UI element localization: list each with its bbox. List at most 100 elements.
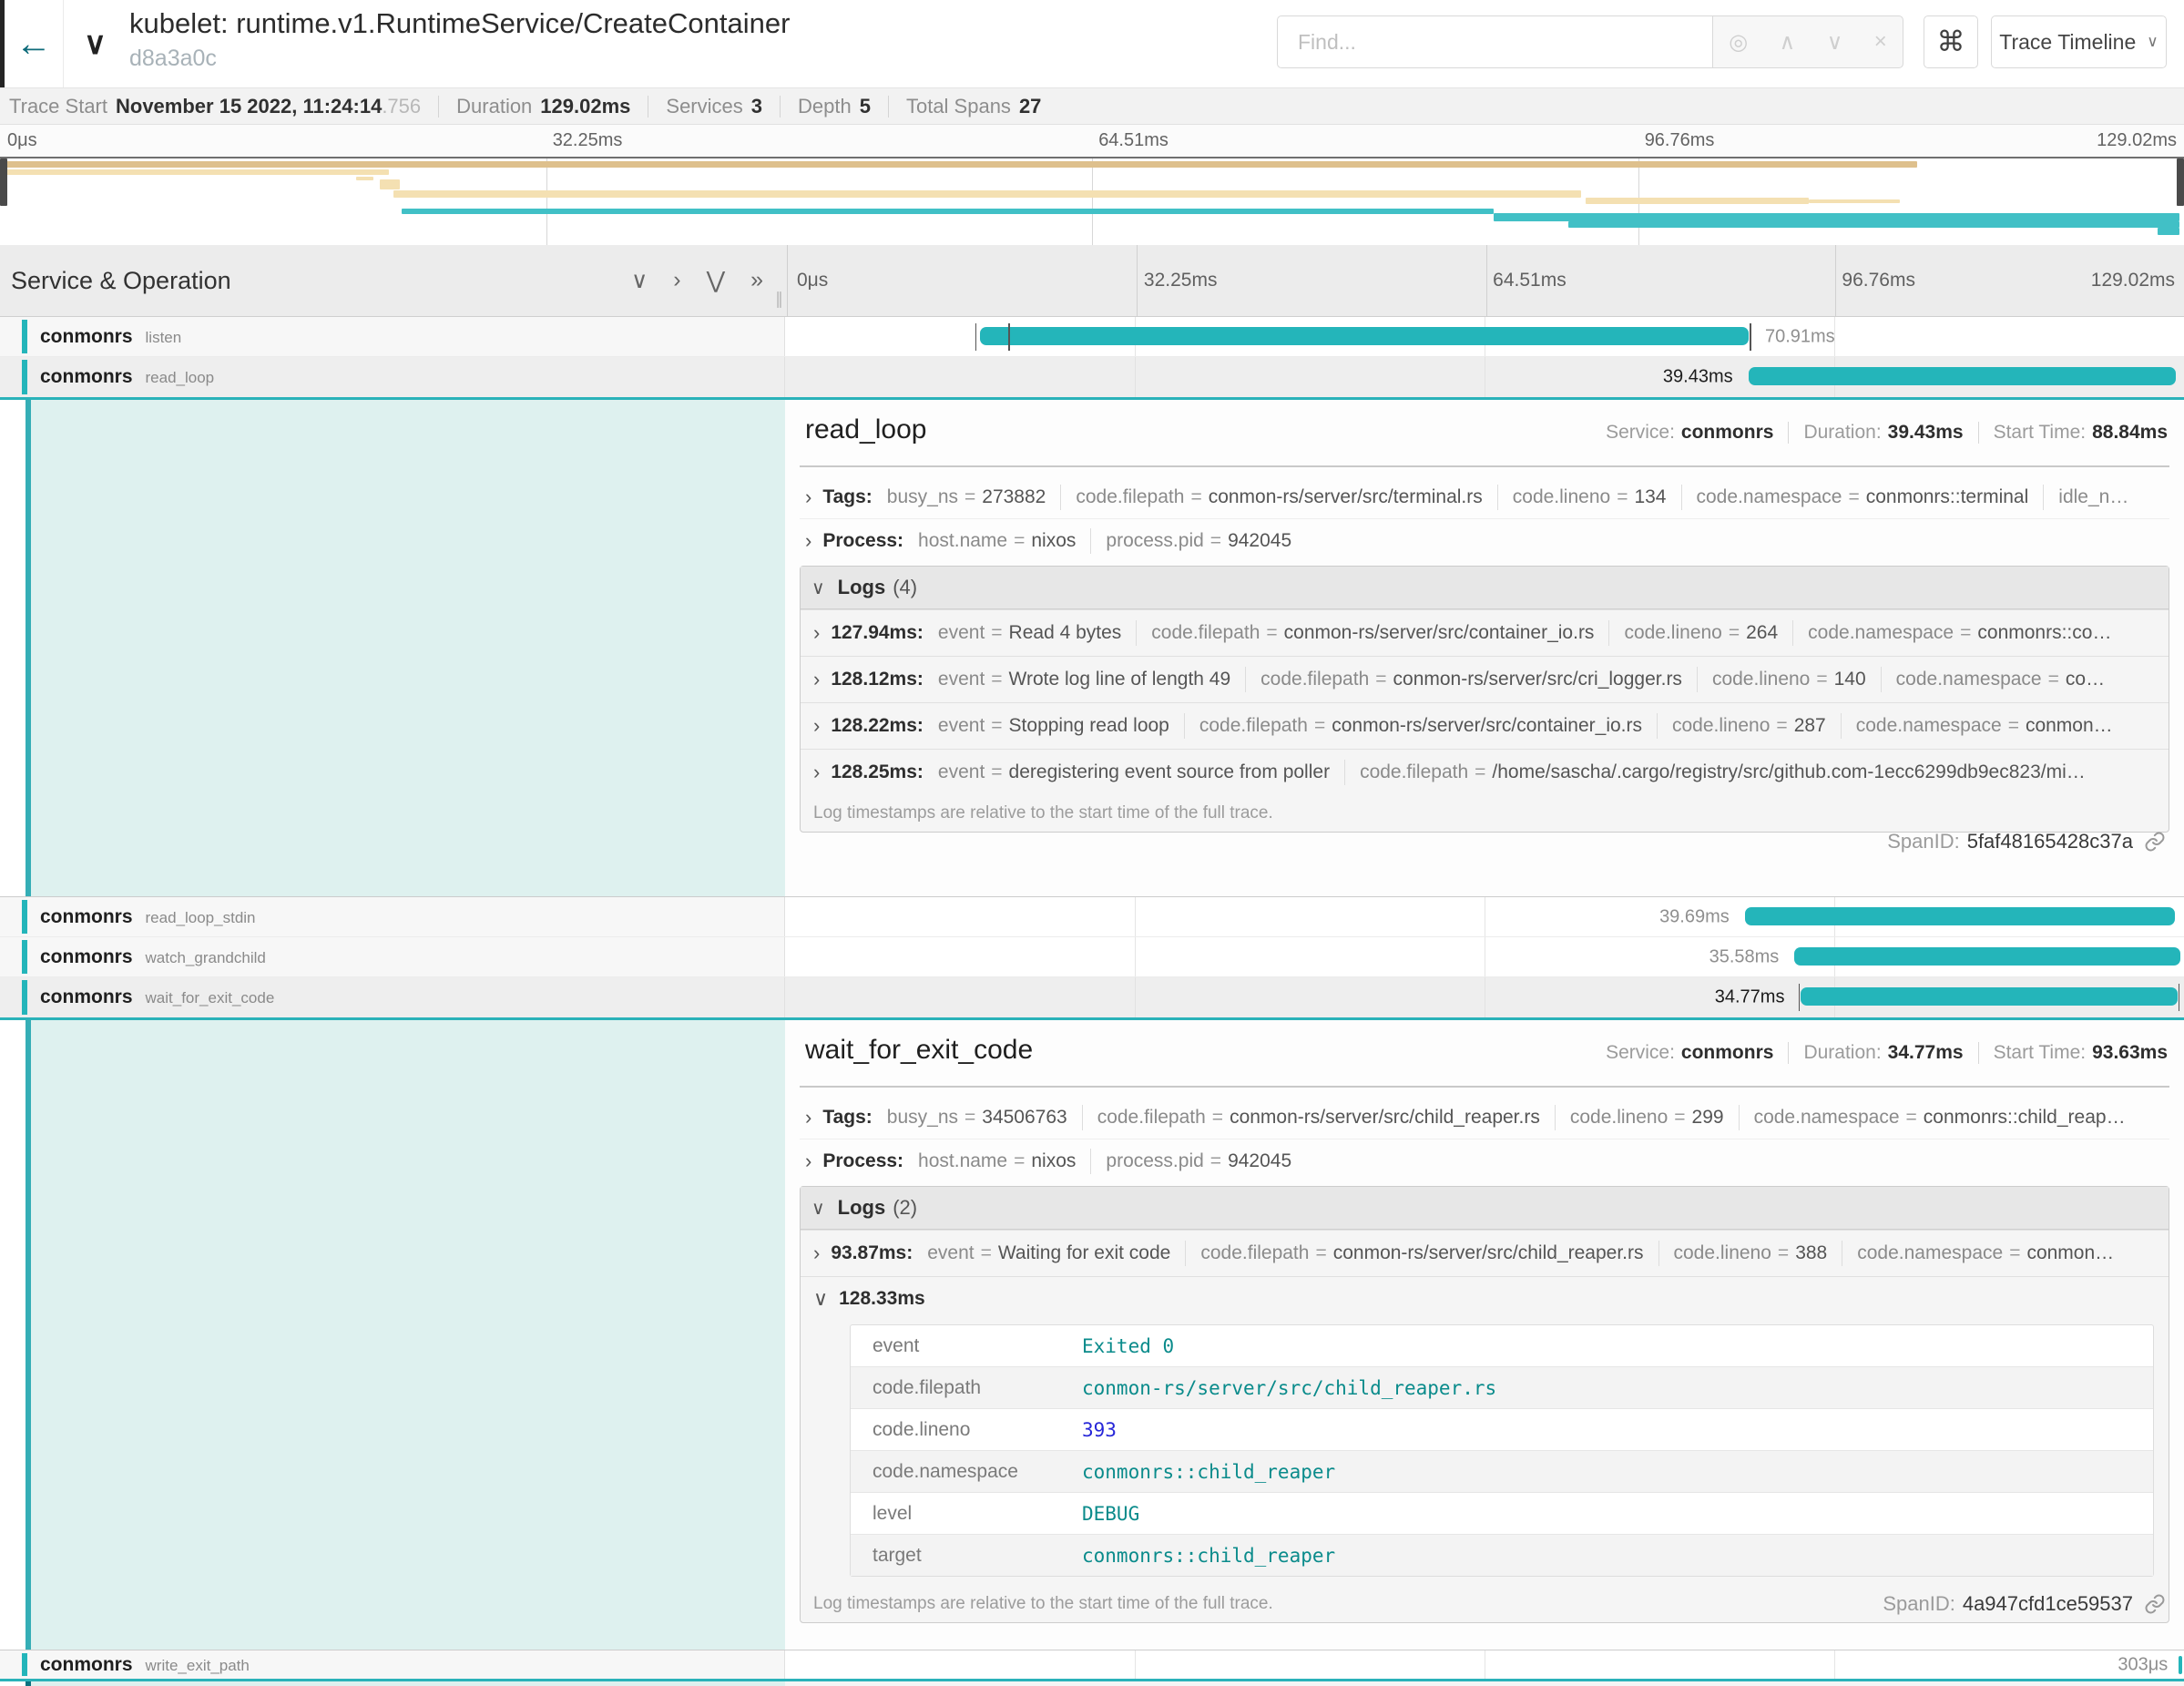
find-input[interactable]: Find...: [1277, 15, 1712, 68]
span-duration-label: 70.91ms: [1756, 326, 1835, 347]
span-rows: conmonrslisten 70.91ms conmonrsread_loop: [0, 317, 2184, 1686]
divider: [1978, 1042, 1979, 1064]
duration-value: 34.77ms: [1888, 1042, 1964, 1064]
duration-label: Duration: [456, 95, 532, 118]
span-title: read_loop: [805, 414, 926, 445]
total-spans-value: 27: [1019, 95, 1041, 118]
log-entry[interactable]: › 127.94ms: event=Read 4 bytes code.file…: [801, 609, 2169, 656]
span-id-row: SpanID: 4a947cfd1ce59537: [1883, 1592, 2166, 1616]
detail-indent-area: [31, 1020, 785, 1650]
span-id-value: 5faf48165428c37a: [1967, 830, 2133, 853]
chevron-right-icon: ›: [813, 621, 820, 645]
log-entry-expanded[interactable]: ∨ 128.33ms: [801, 1276, 2169, 1321]
span-name-cell[interactable]: conmonrsread_loop_stdin: [0, 897, 785, 936]
locate-icon[interactable]: ◎: [1729, 29, 1748, 56]
tree-controls: ∨ › ⋁ »: [631, 267, 763, 294]
span-name-cell[interactable]: conmonrswrite_exit_path: [0, 1650, 785, 1679]
trace-start-label: Trace Start: [9, 95, 107, 118]
log-entry[interactable]: › 128.25ms: event=deregistering event so…: [801, 749, 2169, 795]
span-id-row: SpanID: 5faf48165428c37a: [1887, 830, 2166, 853]
minimap-viewport-handle-right[interactable]: [2177, 158, 2184, 206]
span-timeline-cell[interactable]: 35.58ms: [785, 937, 2184, 976]
span-id-value: 4a947cfd1ce59537: [1963, 1592, 2133, 1616]
table-row: code.filepathconmon-rs/server/src/child_…: [851, 1366, 2153, 1408]
span-name-cell[interactable]: conmonrsread_loop: [0, 357, 785, 397]
span-row-watch-grandchild[interactable]: conmonrswatch_grandchild 35.58ms: [0, 937, 2184, 977]
ruler-tick: 0μs: [797, 270, 828, 291]
back-button[interactable]: ←: [5, 0, 64, 87]
tags-label: Tags:: [822, 1107, 872, 1129]
tags-row[interactable]: › Tags: busy_ns=273882 code.filepath=con…: [800, 476, 2169, 519]
minimap-span-bar: [1586, 198, 1809, 204]
span-timeline-cell[interactable]: 70.91ms: [785, 317, 2184, 356]
span-bar[interactable]: [980, 327, 1750, 345]
logs-section: ∨ Logs (4) › 127.94ms: event=Read 4 byte…: [800, 566, 2169, 833]
span-row-read-loop-stdin[interactable]: conmonrsread_loop_stdin 39.69ms: [0, 897, 2184, 937]
span-name-cell[interactable]: conmonrslisten: [0, 317, 785, 356]
span-timeline-cell[interactable]: 34.77ms: [785, 977, 2184, 1017]
span-id-label: SpanID:: [1883, 1592, 1955, 1616]
next-match-icon[interactable]: ∨: [1827, 29, 1843, 56]
span-bar[interactable]: [1801, 987, 2178, 1006]
gridline: [1135, 357, 1136, 397]
ruler-tick: 96.76ms: [1842, 270, 1915, 291]
span-bar[interactable]: [1749, 367, 2176, 385]
span-timeline-cell[interactable]: 39.43ms: [785, 357, 2184, 397]
span-duration-label: 39.43ms: [1663, 367, 1742, 388]
minimap-viewport-handle-left[interactable]: [0, 158, 7, 206]
span-bar[interactable]: [1745, 907, 2175, 925]
log-entry[interactable]: › 93.87ms: event=Waiting for exit code c…: [801, 1230, 2169, 1276]
collapse-one-icon[interactable]: ∨: [631, 267, 648, 294]
span-detail-wait-for-exit-code: wait_for_exit_code Service:conmonrs Dura…: [0, 1020, 2184, 1650]
clear-find-icon[interactable]: ×: [1874, 29, 1887, 55]
span-meta: Service:conmonrs Duration:39.43ms Start …: [1606, 422, 2168, 444]
process-row[interactable]: › Process: host.name=nixos process.pid=9…: [800, 520, 2169, 562]
span-timeline-cell[interactable]: 39.69ms: [785, 897, 2184, 936]
minimap-span-bar: [356, 177, 373, 180]
view-selector-dropdown[interactable]: Trace Timeline ∨: [1991, 15, 2167, 68]
log-entry[interactable]: › 128.12ms: event=Wrote log line of leng…: [801, 656, 2169, 702]
tags-row[interactable]: › Tags: busy_ns=34506763 code.filepath=c…: [800, 1097, 2169, 1139]
service-name: conmonrslisten: [40, 326, 181, 348]
collapse-trace-header-icon[interactable]: ∨: [84, 26, 107, 62]
process-row[interactable]: › Process: host.name=nixos process.pid=9…: [800, 1140, 2169, 1182]
copy-link-icon[interactable]: [2144, 831, 2166, 853]
prev-match-icon[interactable]: ∧: [1780, 29, 1796, 56]
ruler-tick: 64.51ms: [1493, 270, 1567, 291]
table-row: code.lineno393: [851, 1408, 2153, 1450]
logs-header[interactable]: ∨ Logs (2): [801, 1187, 2169, 1230]
span-bar[interactable]: [2179, 1656, 2183, 1674]
span-row-write-exit-path[interactable]: conmonrswrite_exit_path 303μs: [0, 1650, 2184, 1681]
span-name-cell[interactable]: conmonrswatch_grandchild: [0, 937, 785, 976]
span-bar[interactable]: [1794, 947, 2180, 966]
duration-value: 129.02ms: [540, 95, 630, 118]
collapse-all-icon[interactable]: ⋁: [707, 267, 726, 294]
timeline-minimap[interactable]: [0, 157, 2184, 247]
minimap-span-bar: [402, 209, 1494, 214]
span-row-wait-for-exit-code[interactable]: conmonrswait_for_exit_code 34.77ms: [0, 977, 2184, 1020]
expand-one-icon[interactable]: ›: [673, 267, 680, 294]
table-row: eventExited 0: [851, 1325, 2153, 1366]
expand-all-icon[interactable]: »: [750, 267, 763, 294]
view-selector-label: Trace Timeline: [1999, 30, 2136, 55]
depth-value: 5: [860, 95, 871, 118]
column-resize-handle[interactable]: ∥: [775, 290, 783, 309]
logs-count: (4): [893, 576, 917, 599]
minimap-span-bar: [1568, 221, 2179, 228]
span-row-listen[interactable]: conmonrslisten 70.91ms: [0, 317, 2184, 357]
total-spans-label: Total Spans: [906, 95, 1011, 118]
minimap-span-bar: [6, 169, 389, 175]
span-timeline-cell[interactable]: 303μs: [785, 1650, 2184, 1679]
logs-header[interactable]: ∨ Logs (4): [801, 567, 2169, 609]
keyboard-shortcuts-button[interactable]: ⌘: [1924, 15, 1978, 68]
span-duration-label: 303μs: [2118, 1654, 2177, 1675]
log-entry[interactable]: › 128.22ms: event=Stopping read loop cod…: [801, 702, 2169, 749]
copy-link-icon[interactable]: [2144, 1593, 2166, 1615]
logs-label: Logs: [838, 1196, 886, 1220]
log-fields-table: eventExited 0 code.filepathconmon-rs/ser…: [850, 1324, 2154, 1577]
span-row-read-loop[interactable]: conmonrsread_loop 39.43ms: [0, 357, 2184, 400]
span-duration-label: 34.77ms: [1715, 987, 1794, 1008]
process-label: Process:: [822, 530, 903, 552]
span-name-cell[interactable]: conmonrswait_for_exit_code: [0, 977, 785, 1017]
trace-id: d8a3a0c: [129, 46, 217, 72]
